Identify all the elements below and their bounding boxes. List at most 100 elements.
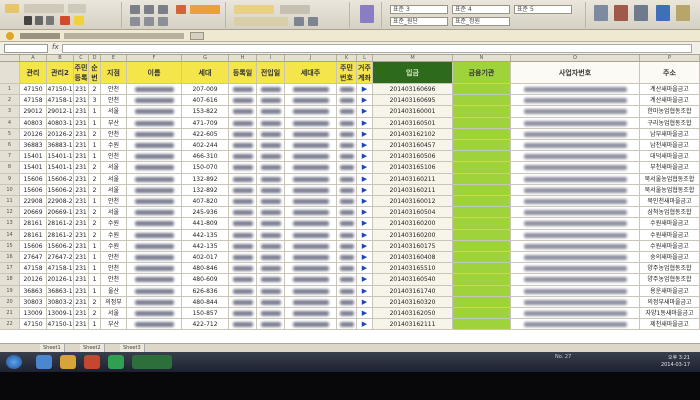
table-cell[interactable]: 201403160200: [373, 229, 453, 241]
table-cell[interactable]: 201403160001: [373, 106, 453, 118]
table-cell[interactable]: 29012-1: [47, 106, 74, 118]
table-cell[interactable]: 28161-2: [47, 229, 74, 241]
table-cell[interactable]: 15606-2: [47, 173, 74, 185]
table-cell[interactable]: 442-135: [182, 229, 229, 241]
header-cell[interactable]: 거주계좌: [357, 62, 373, 84]
redacted-cell[interactable]: [257, 95, 285, 107]
table-cell[interactable]: 201403160175: [373, 240, 453, 252]
table-cell[interactable]: 2: [89, 296, 101, 308]
redacted-cell[interactable]: [229, 229, 257, 241]
redacted-cell[interactable]: [127, 207, 182, 219]
row-header[interactable]: 18: [0, 274, 20, 286]
table-cell[interactable]: 201403160320: [373, 296, 453, 308]
table-cell[interactable]: 대덕새마을금고: [640, 151, 700, 163]
table-cell[interactable]: 20126: [20, 274, 47, 286]
row-header[interactable]: 2: [0, 95, 20, 107]
table-cell[interactable]: 231: [74, 196, 89, 208]
merge-center-button[interactable]: [190, 5, 220, 14]
table-cell[interactable]: 30803: [20, 296, 47, 308]
header-cell[interactable]: 입금: [373, 62, 453, 84]
table-cell[interactable]: 201403162050: [373, 308, 453, 320]
column-header[interactable]: K: [337, 55, 357, 62]
table-cell[interactable]: 132-892: [182, 173, 229, 185]
table-cell[interactable]: 수원새마을금고: [640, 229, 700, 241]
excel-taskbar-icon[interactable]: [132, 355, 172, 369]
table-cell[interactable]: 47158: [20, 263, 47, 275]
play-arrow-icon[interactable]: ▶: [357, 184, 373, 196]
redacted-cell[interactable]: [127, 196, 182, 208]
table-cell[interactable]: 231: [74, 162, 89, 174]
chrome-icon[interactable]: [108, 355, 124, 369]
redacted-cell[interactable]: [285, 285, 337, 297]
play-arrow-icon[interactable]: ▶: [357, 140, 373, 152]
redacted-cell[interactable]: [127, 218, 182, 230]
table-cell[interactable]: 계산새마을금고: [640, 95, 700, 107]
row-header[interactable]: 11: [0, 196, 20, 208]
table-cell[interactable]: 36883: [20, 140, 47, 152]
redacted-cell[interactable]: [285, 252, 337, 264]
row-header[interactable]: 4: [0, 117, 20, 129]
table-cell[interactable]: 서울: [101, 173, 127, 185]
font-color-icon[interactable]: [60, 16, 70, 25]
table-cell[interactable]: 수원: [101, 229, 127, 241]
table-cell[interactable]: 201403165106: [373, 162, 453, 174]
table-cell[interactable]: 부천새마을금고: [640, 162, 700, 174]
header-cell[interactable]: 주민등록: [74, 62, 89, 84]
play-arrow-icon[interactable]: ▶: [357, 106, 373, 118]
table-cell[interactable]: 480-846: [182, 263, 229, 275]
table-cell[interactable]: 울산: [101, 285, 127, 297]
format-as-table-button[interactable]: [234, 17, 288, 26]
table-cell[interactable]: 1: [89, 285, 101, 297]
table-cell[interactable]: 1: [89, 196, 101, 208]
table-cell[interactable]: 231: [74, 95, 89, 107]
header-cell[interactable]: 사업자번호: [511, 62, 640, 84]
table-cell[interactable]: 구리농업협동조합: [640, 117, 700, 129]
table-cell[interactable]: 계산새마을금고: [640, 84, 700, 96]
wrap-text-icon[interactable]: [176, 5, 186, 14]
fill-color-icon[interactable]: [74, 16, 84, 25]
table-cell[interactable]: 남천새마을금고: [640, 140, 700, 152]
redacted-cell[interactable]: [337, 218, 357, 230]
table-cell[interactable]: 231: [74, 308, 89, 320]
table-cell[interactable]: 20126: [20, 128, 47, 140]
column-header[interactable]: O: [511, 55, 640, 62]
table-cell[interactable]: 47150-1: [47, 84, 74, 96]
redacted-cell[interactable]: [229, 151, 257, 163]
browser-icon[interactable]: [36, 355, 52, 369]
table-cell[interactable]: 서울: [101, 308, 127, 320]
redacted-cell[interactable]: [337, 252, 357, 264]
table-cell[interactable]: 남부새마을금고: [640, 128, 700, 140]
redacted-cell[interactable]: [511, 274, 640, 286]
table-cell[interactable]: 15401-1: [47, 151, 74, 163]
redacted-cell[interactable]: [285, 106, 337, 118]
play-arrow-icon[interactable]: ▶: [357, 274, 373, 286]
column-header[interactable]: G: [182, 55, 229, 62]
redacted-cell[interactable]: [285, 218, 337, 230]
redacted-cell[interactable]: [127, 162, 182, 174]
table-cell[interactable]: 북서울농업협동조합: [640, 173, 700, 185]
font-size-selector[interactable]: [68, 4, 86, 13]
redacted-cell[interactable]: [511, 285, 640, 297]
table-cell[interactable]: 15606: [20, 173, 47, 185]
table-cell[interactable]: 150-857: [182, 308, 229, 320]
align-right-icon[interactable]: [158, 17, 168, 26]
row-header[interactable]: 13: [0, 218, 20, 230]
redacted-cell[interactable]: [337, 274, 357, 286]
row-header[interactable]: 8: [0, 162, 20, 174]
table-cell[interactable]: [453, 308, 511, 320]
table-cell[interactable]: 15606-2: [47, 184, 74, 196]
redacted-cell[interactable]: [285, 140, 337, 152]
redacted-cell[interactable]: [229, 207, 257, 219]
redacted-cell[interactable]: [285, 229, 337, 241]
redacted-cell[interactable]: [229, 184, 257, 196]
column-header[interactable]: I: [257, 55, 285, 62]
table-cell[interactable]: 1: [89, 140, 101, 152]
table-cell[interactable]: 28161: [20, 218, 47, 230]
redacted-cell[interactable]: [229, 274, 257, 286]
redacted-cell[interactable]: [127, 173, 182, 185]
table-cell[interactable]: 2: [89, 84, 101, 96]
redacted-cell[interactable]: [285, 173, 337, 185]
column-header[interactable]: [0, 55, 20, 62]
row-header[interactable]: 7: [0, 151, 20, 163]
table-cell[interactable]: 한미농업협동조합: [640, 106, 700, 118]
